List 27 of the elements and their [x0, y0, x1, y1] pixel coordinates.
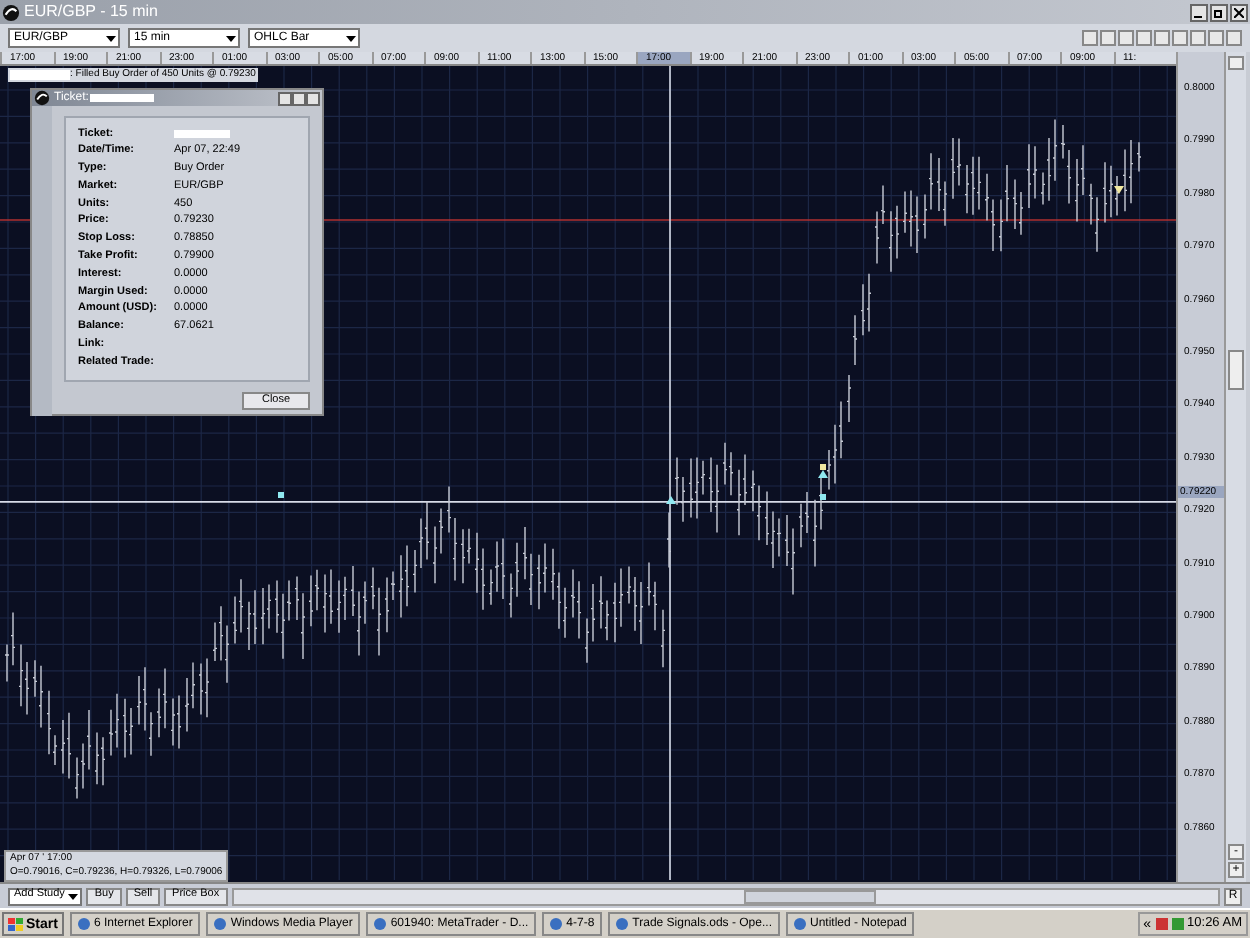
dropdown-arrow-icon	[68, 893, 79, 899]
window-title: EUR/GBP - 15 min	[24, 4, 158, 20]
redacted-box	[90, 94, 155, 102]
restore-button[interactable]	[1210, 3, 1228, 21]
app-icon	[550, 918, 563, 930]
app-icon	[34, 90, 50, 106]
redacted-box	[10, 70, 70, 80]
app-icon	[793, 918, 806, 930]
app-icon	[77, 918, 90, 930]
dropdown-arrow-icon	[226, 35, 236, 41]
close-button[interactable]	[1230, 3, 1248, 21]
scroll-thumb[interactable]	[743, 889, 876, 903]
redacted-box	[174, 130, 230, 139]
app-icon	[214, 918, 227, 930]
scroll-thumb[interactable]	[1228, 350, 1244, 390]
app-icon	[2, 3, 20, 21]
restore-icon	[1214, 7, 1224, 17]
app-icon	[374, 918, 387, 930]
app-icon	[616, 918, 629, 930]
scroll-up-icon	[1228, 56, 1244, 70]
close-icon	[1234, 7, 1244, 17]
dropdown-arrow-icon	[106, 35, 116, 41]
horizontal-scrollbar[interactable]	[231, 887, 1220, 905]
minimize-button[interactable]	[1190, 3, 1208, 21]
windows-logo-icon	[8, 917, 24, 931]
maximize-button[interactable]	[292, 91, 306, 105]
dropdown-arrow-icon	[346, 35, 356, 41]
